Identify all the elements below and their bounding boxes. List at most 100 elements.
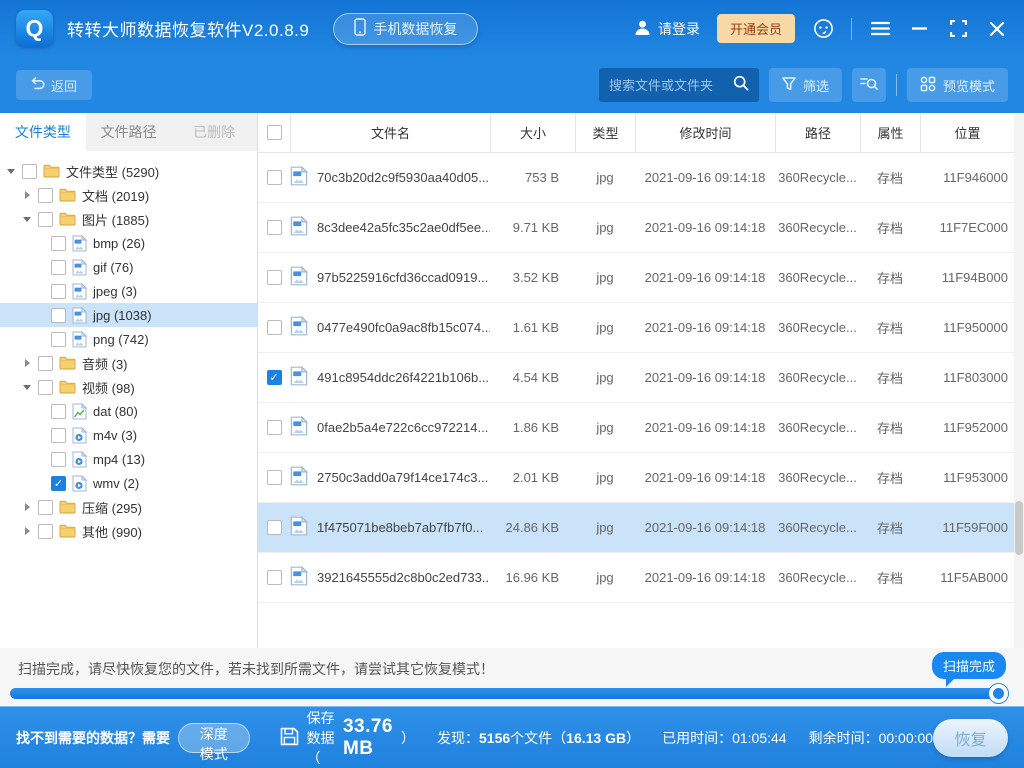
image-icon: [72, 283, 87, 300]
tree-item[interactable]: 文档 (2019): [0, 183, 257, 207]
table-row[interactable]: 2750c3add0a79f14ce174c3...2.01 KBjpg2021…: [258, 453, 1014, 503]
tree-item[interactable]: jpg (1038): [0, 303, 257, 327]
tree-checkbox[interactable]: [51, 428, 66, 443]
sidebar-tab[interactable]: 文件类型: [0, 113, 86, 151]
preview-mode-button[interactable]: 预览模式: [907, 68, 1008, 102]
row-checkbox[interactable]: [267, 170, 282, 185]
tree-checkbox[interactable]: [51, 404, 66, 419]
row-checkbox[interactable]: [267, 520, 282, 535]
tree-checkbox[interactable]: [38, 188, 53, 203]
table-row[interactable]: 0fae2b5a4e722c6cc972214...1.86 KBjpg2021…: [258, 403, 1014, 453]
tree-checkbox[interactable]: [38, 524, 53, 539]
tree-item[interactable]: gif (76): [0, 255, 257, 279]
row-checkbox[interactable]: [267, 220, 282, 235]
tree-checkbox[interactable]: [38, 500, 53, 515]
progress-knob: [989, 684, 1008, 703]
file-type: jpg: [575, 270, 635, 285]
save-data-button[interactable]: 保存数据（ 33.76 MB ）: [280, 708, 415, 768]
tree-checkbox[interactable]: [51, 284, 66, 299]
chevron-right-icon[interactable]: [22, 527, 32, 535]
row-checkbox[interactable]: ✓: [267, 370, 282, 385]
tree-checkbox[interactable]: [51, 332, 66, 347]
tree-item[interactable]: 其他 (990): [0, 519, 257, 543]
image-icon: [72, 235, 87, 252]
sidebar-tab[interactable]: 文件路径: [86, 113, 172, 151]
sidebar-tab[interactable]: 已删除: [171, 113, 257, 151]
chevron-right-icon[interactable]: [22, 503, 32, 511]
table-row[interactable]: 97b5225916cfd36ccad0919...3.52 KBjpg2021…: [258, 253, 1014, 303]
folder-icon: [43, 164, 60, 178]
recover-button[interactable]: 恢复: [933, 719, 1008, 757]
file-type: jpg: [575, 170, 635, 185]
customer-service-icon[interactable]: [812, 18, 834, 40]
tree-checkbox[interactable]: [38, 212, 53, 227]
table-row[interactable]: ✓491c8954ddc26f4221b106b...4.54 KBjpg202…: [258, 353, 1014, 403]
column-header: 大小: [490, 113, 575, 152]
file-size: 2.01 KB: [490, 470, 575, 485]
chevron-down-icon[interactable]: [6, 169, 16, 174]
tree-checkbox[interactable]: [51, 236, 66, 251]
video-icon: [72, 451, 87, 468]
tree-item[interactable]: dat (80): [0, 399, 257, 423]
tree-item[interactable]: bmp (26): [0, 231, 257, 255]
tree-item[interactable]: 音频 (3): [0, 351, 257, 375]
back-button[interactable]: 返回: [16, 70, 92, 100]
menu-icon[interactable]: [869, 18, 891, 40]
phone-recovery-button[interactable]: 手机数据恢复: [333, 13, 478, 45]
tree-item[interactable]: png (742): [0, 327, 257, 351]
deep-mode-button[interactable]: 深度模式: [178, 723, 250, 753]
table-row[interactable]: 1f475071be8beb7ab7fb7f0...24.86 KBjpg202…: [258, 503, 1014, 553]
tree-item[interactable]: 图片 (1885): [0, 207, 257, 231]
row-checkbox[interactable]: [267, 470, 282, 485]
minimize-button[interactable]: [908, 18, 930, 40]
vip-badge-button[interactable]: 开通会员: [717, 14, 795, 43]
tree-checkbox[interactable]: [51, 452, 66, 467]
file-modified: 2021-09-16 09:14:18: [635, 270, 775, 285]
tree-item-label: 图片 (1885): [82, 210, 149, 229]
chevron-down-icon[interactable]: [22, 385, 32, 390]
chevron-right-icon[interactable]: [22, 359, 32, 367]
file-size: 4.54 KB: [490, 370, 575, 385]
search-list-icon: [860, 76, 878, 94]
file-modified: 2021-09-16 09:14:18: [635, 520, 775, 535]
row-checkbox[interactable]: [267, 570, 282, 585]
login-button[interactable]: 请登录: [634, 19, 700, 39]
search-settings-button[interactable]: [852, 68, 886, 102]
row-checkbox[interactable]: [267, 270, 282, 285]
search-input[interactable]: [609, 78, 733, 93]
tree-checkbox[interactable]: [38, 356, 53, 371]
close-button[interactable]: [986, 18, 1008, 40]
table-row[interactable]: 70c3b20d2c9f5930aa40d05...753 Bjpg2021-0…: [258, 153, 1014, 203]
tree-item[interactable]: ✓wmv (2): [0, 471, 257, 495]
row-checkbox[interactable]: [267, 420, 282, 435]
dat-icon: [72, 403, 87, 420]
table-row[interactable]: 0477e490fc0a9ac8fb15c074...1.61 KBjpg202…: [258, 303, 1014, 353]
tree-checkbox[interactable]: [51, 260, 66, 275]
file-modified: 2021-09-16 09:14:18: [635, 470, 775, 485]
scrollbar-track[interactable]: [1014, 113, 1024, 648]
chevron-down-icon[interactable]: [22, 217, 32, 222]
preview-mode-label: 预览模式: [943, 76, 995, 95]
search-icon[interactable]: [733, 75, 749, 96]
tree-item[interactable]: mp4 (13): [0, 447, 257, 471]
tree-checkbox[interactable]: [22, 164, 37, 179]
tree-checkbox[interactable]: ✓: [51, 476, 66, 491]
chevron-right-icon[interactable]: [22, 191, 32, 199]
row-checkbox[interactable]: [267, 320, 282, 335]
tree-item[interactable]: jpeg (3): [0, 279, 257, 303]
tree-checkbox[interactable]: [38, 380, 53, 395]
grid-icon: [920, 76, 936, 95]
tree-item[interactable]: 文件类型 (5290): [0, 159, 257, 183]
scrollbar-thumb[interactable]: [1015, 501, 1023, 555]
tree-item[interactable]: m4v (3): [0, 423, 257, 447]
tree-item[interactable]: 压缩 (295): [0, 495, 257, 519]
tree-item[interactable]: 视频 (98): [0, 375, 257, 399]
select-all-checkbox[interactable]: [267, 125, 282, 140]
maximize-button[interactable]: [947, 18, 969, 40]
file-name: 3921645555d2c8b0c2ed733...: [317, 570, 490, 585]
table-row[interactable]: 3921645555d2c8b0c2ed733...16.96 KBjpg202…: [258, 553, 1014, 603]
table-row[interactable]: 8c3dee42a5fc35c2ae0df5ee...9.71 KBjpg202…: [258, 203, 1014, 253]
tree-checkbox[interactable]: [51, 308, 66, 323]
jpg-file-icon: [290, 366, 308, 389]
filter-button[interactable]: 筛选: [769, 68, 842, 102]
